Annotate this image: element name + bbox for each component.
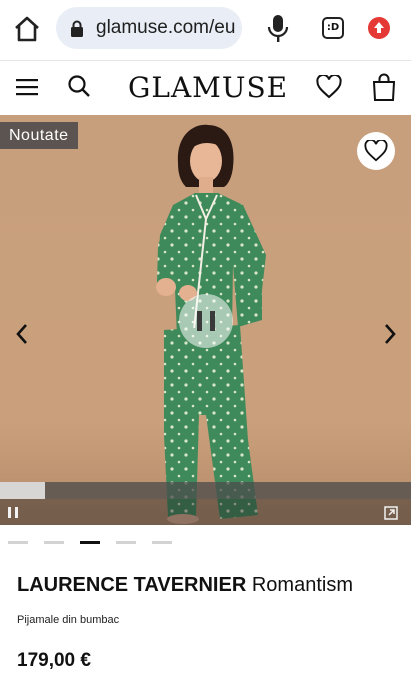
site-logo[interactable]: GLAMUSE (128, 71, 287, 104)
site-header: GLAMUSE (0, 60, 411, 114)
slide-dot[interactable] (116, 541, 136, 544)
update-icon[interactable] (368, 17, 390, 39)
menu-icon[interactable] (16, 78, 38, 96)
tabs-icon[interactable]: :D (322, 17, 344, 39)
product-gallery[interactable]: Noutate (0, 115, 411, 525)
slide-dot[interactable] (8, 541, 28, 544)
video-progress-fill (0, 482, 46, 499)
chevron-right-icon[interactable] (380, 320, 400, 348)
pause-button[interactable] (179, 294, 233, 348)
mic-icon[interactable] (266, 14, 290, 44)
slide-dot[interactable] (152, 541, 172, 544)
new-badge: Noutate (0, 122, 78, 149)
favorite-button[interactable] (357, 132, 395, 170)
heart-icon (364, 140, 388, 162)
heart-icon[interactable] (316, 73, 342, 99)
product-price: 179,00 € (17, 650, 91, 671)
address-bar[interactable]: glamuse.com/eu (56, 7, 242, 49)
slide-indicator (0, 540, 411, 546)
product-subtitle: Pijamale din bumbac (17, 614, 120, 626)
slide-dot[interactable] (80, 541, 100, 544)
browser-toolbar: glamuse.com/eu :D (0, 0, 411, 58)
pause-icon[interactable] (8, 507, 22, 519)
bag-icon[interactable] (372, 73, 396, 101)
product-name: Romantism (251, 574, 353, 596)
expand-icon[interactable] (384, 506, 398, 520)
product-brand: LAURENCE TAVERNIER (17, 574, 247, 596)
chevron-left-icon[interactable] (12, 320, 32, 348)
pause-icon (197, 311, 202, 331)
video-controls (0, 482, 411, 525)
video-progress-track[interactable] (0, 482, 411, 499)
slide-dot[interactable] (44, 541, 64, 544)
pause-icon (210, 311, 215, 331)
home-icon[interactable] (12, 14, 42, 44)
product-title: LAURENCE TAVERNIER Romantism (17, 574, 353, 597)
search-icon[interactable] (67, 74, 91, 98)
lock-icon (70, 20, 84, 37)
url-text: glamuse.com/eu (96, 17, 236, 38)
